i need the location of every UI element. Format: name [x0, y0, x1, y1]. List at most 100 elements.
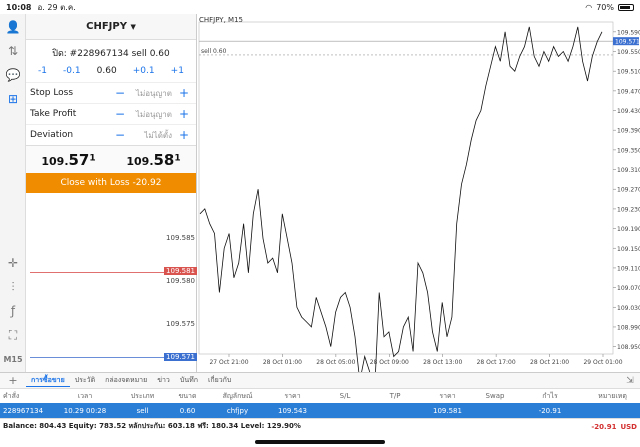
- clock: 10:08: [6, 2, 32, 12]
- price-chart[interactable]: 109.590 109.550 109.510 109.470 109.430 109.3…: [197, 14, 640, 372]
- current-price-tag: 109.571: [615, 39, 640, 46]
- crosshair-icon[interactable]: ✛: [4, 254, 22, 272]
- volume-minus-1[interactable]: -1: [38, 66, 47, 76]
- ask-tag: 109.581: [164, 267, 197, 275]
- row-cell: -20.91: [538, 406, 562, 415]
- header-cell: หมายเหตุ: [598, 391, 627, 400]
- ask-price: 109.581: [126, 151, 180, 169]
- deviation-plus[interactable]: +: [176, 128, 192, 142]
- mini-level-1: 109.585: [166, 234, 195, 242]
- volume-value[interactable]: 0.60: [97, 66, 117, 76]
- ask-prefix: 109.: [126, 154, 154, 168]
- ticket-text: ปิด: #228967134 sell 0.60: [52, 49, 170, 59]
- y-tick-label: 109.030: [617, 305, 640, 312]
- bid-prefix: 109.: [41, 154, 69, 168]
- order-panel: CHFJPY ▼ ปิด: #228967134 sell 0.60 -1 -0…: [26, 14, 197, 372]
- ask-line: [30, 272, 173, 273]
- collapse-icon[interactable]: ⇲: [620, 376, 640, 386]
- bid-big: 57: [68, 150, 90, 169]
- indicator-icon[interactable]: ⫶: [4, 278, 22, 296]
- volume-plus-01[interactable]: +0.1: [133, 66, 155, 76]
- header-cell: ราคา: [439, 391, 456, 400]
- timeframe-button[interactable]: M15: [3, 350, 22, 368]
- y-tick-label: 109.150: [617, 246, 640, 253]
- volume-minus-01[interactable]: -0.1: [63, 66, 81, 76]
- new-order-icon[interactable]: ⊞: [4, 90, 22, 108]
- balance-text: Balance: 804.43 Equity: 783.52 หลักประกั…: [3, 422, 301, 430]
- stop-loss-minus[interactable]: −: [112, 86, 128, 100]
- price-series-line: [199, 26, 603, 372]
- header-cell: ประเภท: [130, 391, 155, 400]
- take-profit-plus[interactable]: +: [176, 107, 192, 121]
- volume-plus-1[interactable]: +1: [171, 66, 184, 76]
- home-indicator: [255, 440, 385, 444]
- take-profit-row: Take Profit − ไม่อนุญาต +: [26, 103, 196, 124]
- table-row[interactable]: 228967134 10.29 00:28 sell 0.60 chfjpy 1…: [0, 403, 640, 418]
- plot-frame: [198, 21, 614, 355]
- account-icon[interactable]: 👤: [4, 18, 22, 36]
- y-tick-label: 109.350: [617, 147, 640, 154]
- x-tick-label: 28 Oct 01:00: [263, 359, 302, 366]
- take-profit-value[interactable]: ไม่อนุญาต: [128, 108, 176, 121]
- close-with-loss-button[interactable]: Close with Loss -20.92: [26, 173, 196, 193]
- row-cell: 109.543: [278, 406, 307, 415]
- y-tick-label: 109.190: [617, 226, 640, 233]
- tab-about[interactable]: เกี่ยวกับ: [203, 375, 236, 386]
- function-icon[interactable]: ƒ: [4, 302, 22, 320]
- chat-icon[interactable]: 💬: [4, 66, 22, 84]
- x-tick-label: 28 Oct 05:00: [316, 359, 355, 366]
- objects-icon[interactable]: ⛶: [4, 326, 22, 344]
- header-cell: ราคา: [284, 391, 301, 400]
- deviation-minus[interactable]: −: [112, 128, 128, 142]
- stop-loss-label: Stop Loss: [30, 88, 74, 98]
- balance-bar: Balance: 804.43 Equity: 783.52 หลักประกั…: [0, 418, 640, 434]
- add-icon[interactable]: +: [0, 374, 26, 387]
- y-tick-label: 108.950: [617, 344, 640, 351]
- tab-journal[interactable]: บันทึก: [175, 375, 203, 386]
- currency: USD: [620, 422, 637, 431]
- x-tick-label: 28 Oct 21:00: [530, 359, 569, 366]
- deviation-value[interactable]: ไม่ได้ตั้ง: [128, 129, 176, 142]
- bottom-tabs: + การซื้อขาย ประวัติ กล่องจดหมาย ข่าว บั…: [0, 372, 640, 388]
- header-cell: T/P: [389, 392, 401, 400]
- order-level-label: sell 0.60: [201, 48, 227, 55]
- table-header: คำสั่ง เวลา ประเภท ขนาด สัญลักษณ์ ราคา S…: [0, 388, 640, 403]
- header-cell: S/L: [339, 392, 351, 400]
- take-profit-minus[interactable]: −: [112, 107, 128, 121]
- y-tick-label: 109.270: [617, 187, 640, 194]
- stop-loss-row: Stop Loss − ไม่อนุญาต +: [26, 82, 196, 103]
- mini-tick-chart: 109.585 109.581 109.580 109.575 109.571: [26, 232, 197, 372]
- y-tick-label: 109.430: [617, 108, 640, 115]
- bid-sup: 1: [89, 152, 96, 163]
- tab-history[interactable]: ประวัติ: [70, 375, 100, 386]
- chart-svg: 109.590 109.550 109.510 109.470 109.430 109.3…: [198, 21, 640, 372]
- bid-tag: 109.571: [164, 353, 197, 361]
- total-profit: -20.91: [591, 422, 617, 431]
- battery-icon: [618, 3, 634, 11]
- tab-mailbox[interactable]: กล่องจดหมาย: [100, 375, 152, 386]
- header-cell: ขนาด: [178, 391, 197, 400]
- header-cell: คำสั่ง: [3, 391, 20, 400]
- mini-level-3: 109.575: [166, 320, 195, 328]
- row-cell: 0.60: [179, 406, 196, 415]
- stop-loss-value[interactable]: ไม่อนุญาต: [128, 87, 176, 100]
- stop-loss-plus[interactable]: +: [176, 86, 192, 100]
- y-tick-label: 109.550: [617, 49, 640, 56]
- volume-stepper: -1 -0.1 0.60 +0.1 +1: [26, 66, 196, 82]
- tab-news[interactable]: ข่าว: [152, 375, 175, 386]
- trade-arrows-icon[interactable]: ⇅: [4, 42, 22, 60]
- ask-big: 58: [153, 150, 175, 169]
- row-cell: 228967134: [3, 406, 44, 415]
- y-tick-label: 109.390: [617, 128, 640, 135]
- tab-trade[interactable]: การซื้อขาย: [26, 375, 70, 387]
- x-tick-label: 28 Oct 13:00: [423, 359, 462, 366]
- header-cell: เวลา: [77, 391, 93, 400]
- price-display: 109.571 109.581: [26, 145, 196, 173]
- x-tick-label: 28 Oct 17:00: [477, 359, 516, 366]
- chart-title: CHFJPY, M15: [199, 16, 243, 24]
- y-tick-label: 109.110: [617, 265, 640, 272]
- y-tick-label: 109.310: [617, 167, 640, 174]
- symbol-selector[interactable]: CHFJPY ▼: [26, 14, 196, 40]
- y-tick-label: 109.470: [617, 88, 640, 95]
- y-tick-label: 108.990: [617, 324, 640, 331]
